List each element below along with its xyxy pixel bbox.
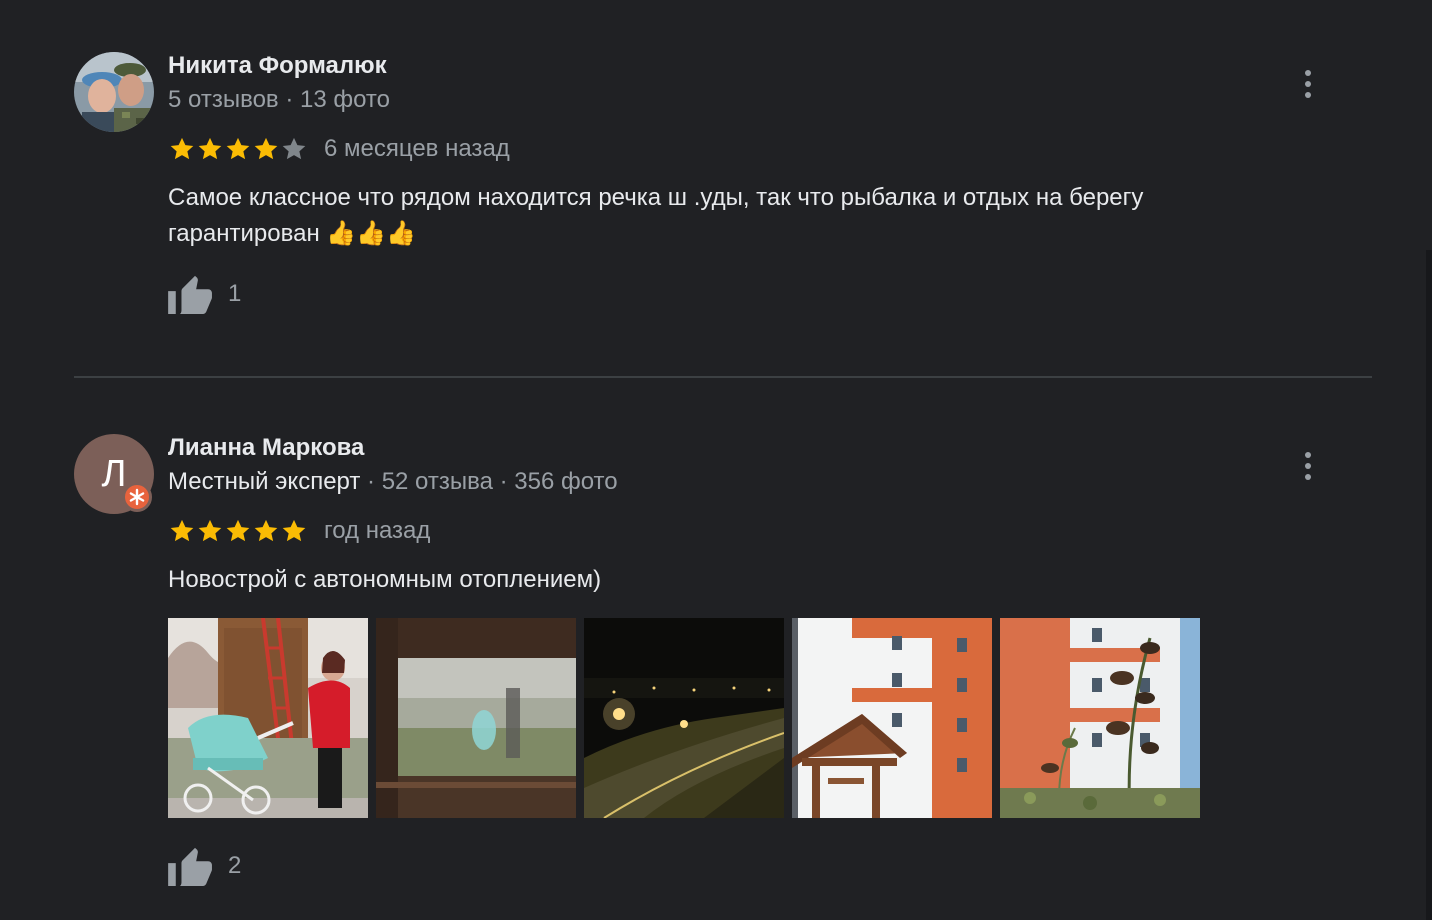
review-photos xyxy=(168,618,1200,818)
review-menu-button[interactable] xyxy=(1296,446,1320,486)
more-vert-icon-dot xyxy=(1305,474,1311,480)
local-guide-label: Местный эксперт xyxy=(168,468,361,495)
reviewer-name[interactable]: Лианна Маркова xyxy=(168,434,364,462)
thumbs-up-icon xyxy=(168,275,212,314)
review-text: Самое классное что рядом находится речка… xyxy=(168,184,1144,247)
more-vert-icon-dot xyxy=(1305,92,1311,98)
local-guide-badge-icon xyxy=(122,482,152,512)
rating-row: год назад xyxy=(168,515,430,547)
review-date: год назад xyxy=(324,517,431,544)
like-button[interactable]: 1 xyxy=(168,274,241,314)
star-empty-icon xyxy=(282,137,306,160)
star-filled-icon xyxy=(198,519,222,542)
avatar[interactable] xyxy=(74,52,154,132)
photo-building-plants[interactable] xyxy=(1000,618,1200,818)
avatar[interactable]: Л xyxy=(74,434,154,514)
review-date: 6 месяцев назад xyxy=(324,135,510,162)
more-vert-icon-dot xyxy=(1305,81,1311,87)
star-filled-icon xyxy=(254,137,278,160)
review-text: Новострой с автономным отоплением) xyxy=(168,566,602,593)
more-vert-icon xyxy=(1305,70,1311,76)
star-filled-icon xyxy=(198,137,222,160)
rating-row: 6 месяцев назад xyxy=(168,133,510,165)
photo-through-fence[interactable] xyxy=(376,618,576,818)
star-filled-icon xyxy=(282,519,306,542)
like-count: 1 xyxy=(228,280,242,307)
more-vert-icon xyxy=(1305,452,1311,458)
page-scroll-edge[interactable] xyxy=(1426,250,1432,920)
photo-building-gazebo[interactable] xyxy=(792,618,992,818)
star-filled-icon xyxy=(226,519,250,542)
review-divider xyxy=(74,376,1372,378)
reviewer-name[interactable]: Никита Формалюк xyxy=(168,52,387,80)
star-rating xyxy=(168,135,308,163)
like-button[interactable]: 2 xyxy=(168,846,241,886)
photo-night-road[interactable] xyxy=(584,618,784,818)
thumbs-up-icon xyxy=(168,847,212,886)
reviewer-meta[interactable]: 5 отзывов · 13 фото xyxy=(168,86,390,114)
like-count: 2 xyxy=(228,852,242,879)
star-rating xyxy=(168,517,308,545)
photo-stroller-tower[interactable] xyxy=(168,618,368,818)
avatar-photo xyxy=(74,52,154,132)
reviewer-meta[interactable]: Местный эксперт · 52 отзыва · 356 фото xyxy=(168,468,618,496)
review-menu-button[interactable] xyxy=(1296,64,1320,104)
star-filled-icon xyxy=(170,519,194,542)
star-filled-icon xyxy=(170,137,194,160)
more-vert-icon-dot xyxy=(1305,463,1311,469)
star-filled-icon xyxy=(226,137,250,160)
star-filled-icon xyxy=(254,519,278,542)
review-counts: · 52 отзыва · 356 фото xyxy=(360,468,618,495)
